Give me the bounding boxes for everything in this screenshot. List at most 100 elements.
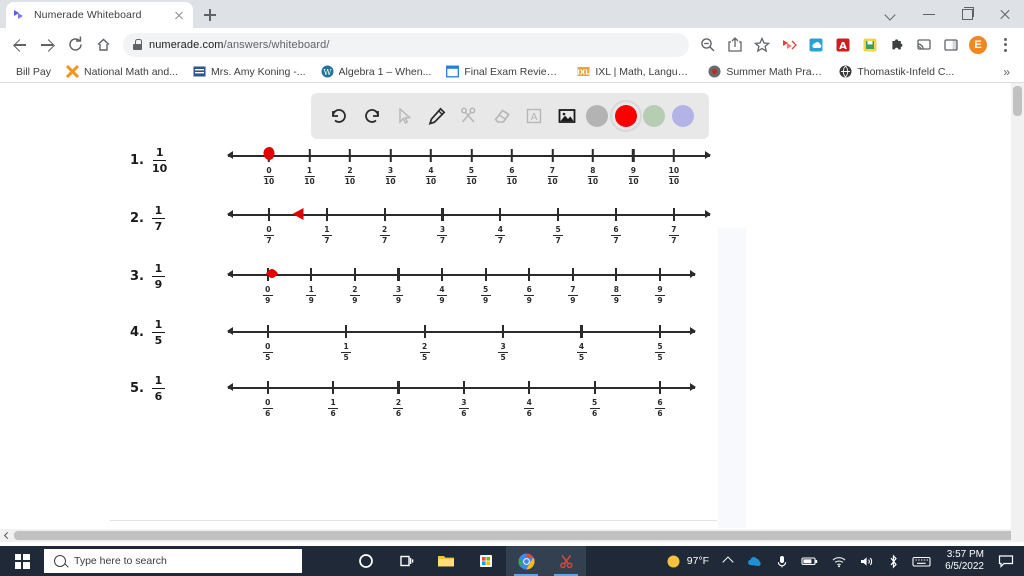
undo-icon[interactable] — [326, 103, 352, 129]
tick — [528, 268, 531, 281]
close-icon[interactable] — [172, 8, 186, 22]
svg-text:A: A — [839, 41, 847, 52]
address-bar[interactable]: numerade.com/answers/whiteboard/ — [123, 32, 689, 57]
redo-icon[interactable] — [359, 103, 385, 129]
zoom-out-icon[interactable] — [695, 32, 721, 58]
clock[interactable]: 3:57 PM 6/5/2022 — [937, 549, 992, 574]
search-icon — [54, 555, 66, 567]
sidebar-icon[interactable] — [938, 32, 964, 58]
tick — [345, 325, 348, 338]
kebab-menu-icon[interactable] — [992, 32, 1018, 58]
vertical-scrollbar[interactable] — [1011, 83, 1024, 529]
tick-label: 7 10 — [547, 166, 558, 186]
number-line-5: 06 16 26 36 46 56 66 — [227, 373, 696, 419]
horizontal-scrollbar[interactable] — [0, 529, 1024, 542]
text-box-icon[interactable]: A — [521, 103, 547, 129]
numerade-extension-icon[interactable] — [776, 32, 802, 58]
task-view-icon[interactable] — [386, 546, 426, 576]
bookmark-star-icon[interactable] — [749, 32, 775, 58]
show-hidden-icons-chevron[interactable] — [715, 546, 741, 576]
tick — [441, 208, 444, 221]
color-swatch-purple[interactable] — [671, 105, 694, 127]
tick-mark: 15 — [341, 317, 352, 361]
search-input[interactable]: Type here to search — [44, 549, 302, 573]
share-icon[interactable] — [722, 32, 748, 58]
cloud-extension-icon[interactable] — [803, 32, 829, 58]
snipping-tool-icon[interactable] — [546, 546, 586, 576]
taskbar-apps — [346, 546, 586, 576]
scissors-icon[interactable] — [456, 103, 482, 129]
tick-label: 4 10 — [425, 166, 437, 186]
browser-window: Numerade Whiteboard numerade.com/answers… — [0, 0, 1024, 546]
weather-widget[interactable]: 97°F — [660, 546, 715, 576]
tick — [510, 149, 513, 162]
tick-label: 45 — [576, 343, 587, 361]
home-icon[interactable] — [90, 31, 117, 58]
tick-label: 1 10 — [304, 166, 315, 186]
tick — [397, 268, 400, 281]
maximize-icon[interactable] — [948, 0, 986, 28]
close-window-icon[interactable] — [986, 0, 1024, 28]
color-swatch-red[interactable] — [609, 100, 642, 132]
cast-icon[interactable] — [911, 32, 937, 58]
bookmark-item[interactable]: Bill Pay — [10, 64, 57, 80]
tick — [383, 208, 386, 221]
tick-label: 10 10 — [668, 166, 680, 186]
problem-index: 4. — [130, 324, 144, 340]
scrollbar-thumb[interactable] — [14, 531, 1023, 540]
scrollbar-thumb[interactable] — [1013, 86, 1022, 116]
wifi-icon[interactable] — [825, 546, 853, 576]
keyboard-icon[interactable] — [906, 546, 937, 576]
bookmark-item[interactable]: Summer Math Pract... — [702, 63, 830, 80]
problem-label-5: 5. 1 6 — [130, 375, 165, 402]
tab-strip: Numerade Whiteboard — [0, 0, 1024, 28]
bookmark-item[interactable]: IXL IXL | Math, Languag... — [571, 63, 699, 80]
bookmark-item[interactable]: Mrs. Amy Koning -... — [187, 63, 312, 80]
file-explorer-icon[interactable] — [426, 546, 466, 576]
color-swatch-green[interactable] — [643, 105, 666, 127]
forward-arrow-icon[interactable] — [34, 31, 61, 58]
bookmark-item[interactable]: National Math and... — [60, 63, 184, 80]
cortana-icon[interactable] — [346, 546, 386, 576]
new-tab-button[interactable] — [197, 2, 223, 28]
bookmark-item[interactable]: Final Exam Review -... — [440, 63, 568, 80]
adobe-acrobat-icon[interactable]: A — [830, 32, 856, 58]
bookmark-item[interactable]: W Algebra 1 – When... — [315, 63, 438, 80]
bookmark-label: Algebra 1 – When... — [338, 65, 432, 78]
microsoft-store-icon[interactable] — [466, 546, 506, 576]
minimize-icon[interactable] — [910, 0, 948, 28]
back-arrow-icon[interactable] — [6, 31, 33, 58]
color-swatch-gray[interactable] — [586, 105, 609, 127]
tick-label: 67 — [611, 226, 621, 244]
microphone-icon[interactable] — [769, 546, 795, 576]
image-icon[interactable] — [554, 103, 580, 129]
tick — [580, 325, 583, 338]
volume-icon[interactable] — [853, 546, 881, 576]
tick — [310, 268, 313, 281]
tick-label: 89 — [611, 286, 622, 304]
onedrive-icon[interactable] — [741, 546, 769, 576]
bookmark-favicon — [65, 64, 80, 79]
left-arrow-icon — [227, 327, 233, 336]
worksheet-canvas[interactable]: 1. 1 10 0 10 1 10 2 10 3 10 4 10 5 10 6 10 7 10 8 10 9 10 10… — [110, 139, 717, 522]
bookmarks-overflow-button[interactable]: » — [1003, 65, 1014, 79]
pencil-icon[interactable] — [424, 103, 450, 129]
notification-icon[interactable] — [992, 546, 1020, 576]
tab-numerade-whiteboard[interactable]: Numerade Whiteboard — [6, 2, 193, 28]
tick-label: 05 — [262, 343, 273, 361]
save-extension-icon[interactable] — [857, 32, 883, 58]
tab-search-chevron-icon[interactable] — [872, 0, 910, 28]
select-cursor-icon[interactable] — [391, 103, 417, 129]
reload-icon[interactable] — [62, 31, 89, 58]
tick-label: 99 — [654, 286, 665, 304]
windows-start-icon[interactable] — [0, 546, 44, 576]
scroll-left-arrow-icon[interactable] — [0, 529, 13, 542]
battery-icon[interactable] — [795, 546, 825, 576]
google-chrome-icon[interactable] — [506, 546, 546, 576]
tick-mark: 45 — [576, 317, 587, 361]
avatar[interactable]: E — [965, 32, 991, 58]
bookmark-item[interactable]: Thomastik-Infeld C... — [833, 63, 960, 80]
bluetooth-icon[interactable] — [881, 546, 906, 576]
eraser-icon[interactable] — [489, 103, 515, 129]
extensions-puzzle-icon[interactable] — [884, 32, 910, 58]
